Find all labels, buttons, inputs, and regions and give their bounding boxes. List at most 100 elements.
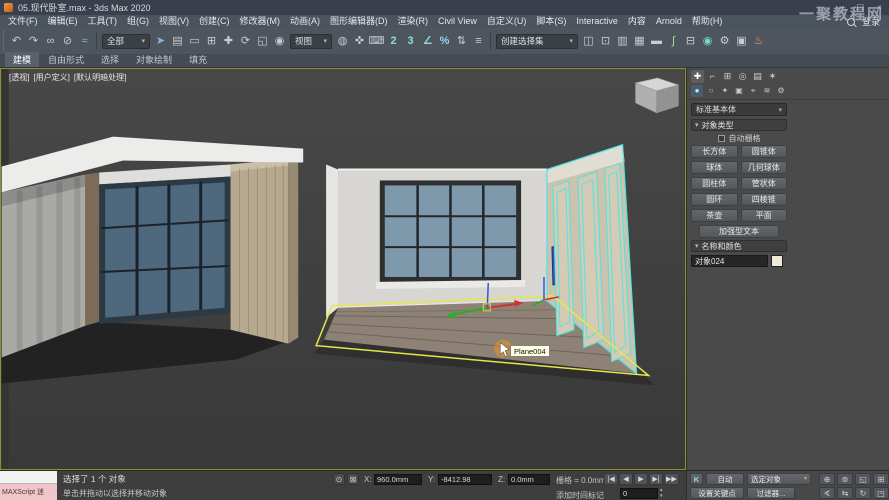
percent-snap-icon[interactable]: % — [436, 32, 453, 50]
menu-item[interactable]: 视图(V) — [154, 15, 194, 28]
menu-item[interactable]: 自定义(U) — [482, 15, 532, 28]
current-frame-field[interactable] — [620, 488, 658, 499]
perspective-viewport[interactable]: [透视][用户定义][默认明暗处理] Plane004 — [0, 68, 686, 470]
object-type-button[interactable]: 圆环 — [691, 193, 738, 206]
menu-item[interactable]: 组(G) — [122, 15, 154, 28]
tab-freeform[interactable]: 自由形式 — [40, 52, 92, 67]
sign-in[interactable]: 登录 — [862, 15, 880, 28]
object-type-button[interactable]: 管状体 — [741, 177, 788, 190]
systems-icon[interactable]: ⚙ — [775, 85, 787, 97]
snap-toggle-3d-icon[interactable]: 3 — [402, 32, 419, 50]
object-type-button[interactable]: 茶壶 — [691, 209, 738, 222]
selection-lock-icon[interactable]: ⊠ — [347, 473, 359, 485]
window-crossing-icon[interactable]: ⊞ — [203, 32, 220, 50]
go-to-end-button[interactable]: ▶▶ — [664, 473, 679, 485]
utilities-tab[interactable]: ✶ — [766, 70, 779, 83]
object-type-button[interactable]: 圆锥体 — [741, 145, 788, 158]
unlink-selection-icon[interactable]: ⊘ — [59, 32, 76, 50]
use-pivot-center-icon[interactable]: ◍ — [334, 32, 351, 50]
keyboard-shortcut-override-icon[interactable]: ⌨ — [368, 32, 385, 50]
spinner-snap-icon[interactable]: ⇅ — [453, 32, 470, 50]
key-filters-button[interactable]: 过滤器... — [747, 487, 795, 499]
redo-icon[interactable]: ↷ — [25, 32, 42, 50]
auto-key-button[interactable]: 自动 — [706, 473, 744, 485]
mirror-icon[interactable]: ◫ — [580, 32, 597, 50]
menu-item[interactable]: Civil View — [433, 15, 482, 28]
object-type-button[interactable]: 四棱锥 — [741, 193, 788, 206]
close-button[interactable]: × — [870, 0, 889, 15]
named-selection-sets-icon[interactable]: ≡ — [470, 32, 487, 50]
zoom-all-icon[interactable]: ⊚ — [837, 473, 853, 485]
object-type-button[interactable]: 球体 — [691, 161, 738, 174]
render-production-icon[interactable]: ♨ — [750, 32, 767, 50]
field-of-view-icon[interactable]: ∢ — [819, 487, 835, 499]
minimize-button[interactable]: — — [832, 0, 851, 15]
shapes-icon[interactable]: ○ — [705, 85, 717, 97]
hierarchy-tab[interactable]: ⊞ — [721, 70, 734, 83]
tab-selection[interactable]: 选择 — [93, 52, 127, 67]
previous-frame-button[interactable]: ◀ — [619, 473, 633, 485]
lights-icon[interactable]: ✦ — [719, 85, 731, 97]
select-object-icon[interactable]: ➤ — [152, 32, 169, 50]
spinner-down-icon[interactable]: ▾ — [660, 493, 668, 499]
select-and-move-icon[interactable]: ✚ — [220, 32, 237, 50]
layer-explorer-icon[interactable]: ▦ — [631, 32, 648, 50]
geometry-icon[interactable]: ● — [691, 85, 703, 97]
maximize-viewport-icon[interactable]: ◳ — [873, 487, 889, 499]
name-color-rollout-header[interactable]: ▾ 名称和颜色 — [691, 240, 787, 252]
frame-spinner[interactable]: ▴ ▾ — [660, 487, 668, 499]
angle-snap-icon[interactable]: ∠ — [419, 32, 436, 50]
menu-item[interactable]: Interactive — [571, 15, 623, 28]
zoom-extents-icon[interactable]: ◱ — [855, 473, 871, 485]
category-dropdown[interactable]: 标准基本体 ▾ — [691, 103, 787, 116]
menu-item[interactable]: 文件(F) — [3, 15, 43, 28]
left-room-model[interactable] — [2, 137, 303, 384]
object-type-button[interactable]: 圆柱体 — [691, 177, 738, 190]
undo-icon[interactable]: ↶ — [8, 32, 25, 50]
menu-item[interactable]: Arnold — [651, 15, 687, 28]
x-coordinate-field[interactable] — [374, 474, 422, 485]
tab-object-paint[interactable]: 对象绘制 — [128, 52, 180, 67]
menu-item[interactable]: 图形编辑器(D) — [325, 15, 393, 28]
scene-explorer-icon[interactable]: ▥ — [614, 32, 631, 50]
rectangular-selection-icon[interactable]: ▭ — [186, 32, 203, 50]
menu-item[interactable]: 工具(T) — [83, 15, 123, 28]
select-and-place-icon[interactable]: ◉ — [271, 32, 288, 50]
next-frame-button[interactable]: ▶| — [649, 473, 663, 485]
menu-item[interactable]: 动画(A) — [285, 15, 325, 28]
menu-item[interactable]: 渲染(R) — [393, 15, 434, 28]
align-icon[interactable]: ⊡ — [597, 32, 614, 50]
select-and-link-icon[interactable]: ∞ — [42, 32, 59, 50]
display-tab[interactable]: ▤ — [751, 70, 764, 83]
add-time-tag[interactable]: 添加时间标记 — [556, 490, 604, 500]
maxscript-mini-listener[interactable]: MAXScript 迷 — [0, 484, 57, 500]
helpers-icon[interactable]: ⌖ — [747, 85, 759, 97]
orbit-icon[interactable]: ↻ — [855, 487, 871, 499]
zoom-icon[interactable]: ⊕ — [819, 473, 835, 485]
set-key-button[interactable]: 设置关键点 — [690, 487, 744, 499]
menu-item[interactable]: 修改器(M) — [235, 15, 286, 28]
select-and-scale-icon[interactable]: ◱ — [254, 32, 271, 50]
key-set-dropdown[interactable]: 选定对象 ▾ — [747, 473, 811, 485]
rendered-frame-icon[interactable]: ▣ — [733, 32, 750, 50]
viewport-user-label[interactable]: [用户定义] — [33, 73, 69, 82]
search-icon[interactable] — [847, 18, 855, 26]
menu-item[interactable]: 帮助(H) — [687, 15, 728, 28]
render-setup-icon[interactable]: ⚙ — [716, 32, 733, 50]
isolate-selection-icon[interactable]: ⊙ — [333, 473, 345, 485]
curve-editor-icon[interactable]: ∫ — [665, 32, 682, 50]
reference-coordinate-dropdown[interactable]: 视图 ▾ — [290, 34, 332, 49]
play-button[interactable]: ▶ — [634, 473, 648, 485]
viewport-scene[interactable] — [1, 69, 685, 469]
viewport-pov-label[interactable]: [透视] — [9, 73, 29, 82]
zoom-extents-all-icon[interactable]: ⊞ — [873, 473, 889, 485]
material-editor-icon[interactable]: ◉ — [699, 32, 716, 50]
create-tab[interactable]: ✚ — [691, 70, 704, 83]
cameras-icon[interactable]: ▣ — [733, 85, 745, 97]
select-and-manipulate-icon[interactable]: ✜ — [351, 32, 368, 50]
tab-modeling[interactable]: 建模 — [5, 52, 39, 67]
object-type-button[interactable]: 长方体 — [691, 145, 738, 158]
ribbon-toggle-icon[interactable]: ▬ — [648, 32, 665, 50]
snap-toggle-2d-icon[interactable]: 2 — [385, 32, 402, 50]
object-name-input[interactable] — [691, 255, 768, 267]
